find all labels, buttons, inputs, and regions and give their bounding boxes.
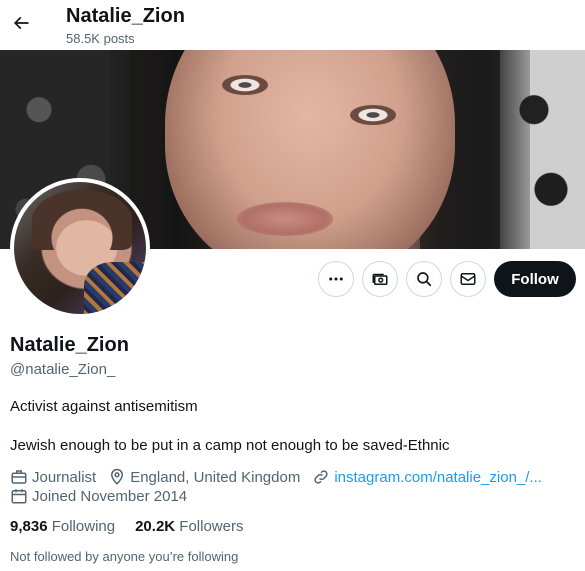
back-button[interactable] [4, 6, 38, 40]
following-label: Following [51, 518, 116, 535]
banner-eye-left [222, 75, 268, 95]
profile-display-name: Natalie_Zion [10, 334, 129, 356]
follow-stats: 9,836 Following 20.2K Followers [10, 518, 263, 535]
profile-header: Natalie_Zion 58.5K posts [0, 0, 585, 50]
banner-eye-right [350, 105, 396, 125]
more-button[interactable] [318, 261, 354, 297]
followers-stat[interactable]: 20.2K Followers [135, 518, 243, 535]
following-stat[interactable]: 9,836 Following [10, 518, 115, 535]
website-item[interactable]: instagram.com/natalie_zion_/... [312, 468, 542, 486]
profession-text: Journalist [32, 468, 97, 486]
header-display-name: Natalie_Zion [66, 5, 185, 27]
followed-by-note: Not followed by anyone you’re following [10, 549, 239, 564]
avatar-shirt [84, 262, 146, 314]
posts-count: 58.5K posts [66, 31, 135, 46]
followers-label: Followers [179, 518, 244, 535]
link-icon [314, 470, 328, 484]
joined-text: Joined November 2014 [32, 487, 188, 505]
subscribe-button[interactable] [362, 261, 398, 297]
location-pin-icon [111, 468, 124, 485]
follow-button[interactable]: Follow [494, 261, 576, 297]
avatar-hair [32, 190, 132, 250]
banner-lips [237, 202, 333, 236]
location-text: England, United Kingdom [130, 468, 301, 486]
profile-meta-row: Journalist England, United Kingdom insta… [10, 468, 554, 486]
location-item: England, United Kingdom [108, 468, 300, 486]
followers-count: 20.2K [135, 518, 176, 535]
more-icon [329, 277, 343, 281]
search-icon [417, 272, 432, 287]
briefcase-icon [11, 470, 27, 484]
money-icon [372, 273, 388, 285]
envelope-icon [460, 273, 476, 285]
website-link[interactable]: instagram.com/natalie_zion_/... [334, 469, 542, 486]
message-button[interactable] [450, 261, 486, 297]
joined-item: Joined November 2014 [10, 487, 187, 505]
profile-joined-row: Joined November 2014 [10, 487, 199, 505]
bio-line-2: Jewish enough to be put in a camp not en… [10, 437, 450, 454]
profile-handle: @natalie_Zion_ [10, 361, 116, 378]
bio-line-1: Activist against antisemitism [10, 398, 198, 415]
profession-item: Journalist [10, 468, 96, 486]
search-button[interactable] [406, 261, 442, 297]
profile-avatar[interactable] [10, 178, 150, 318]
following-count: 9,836 [10, 518, 48, 535]
calendar-icon [11, 489, 27, 504]
arrow-left-icon [13, 16, 29, 30]
